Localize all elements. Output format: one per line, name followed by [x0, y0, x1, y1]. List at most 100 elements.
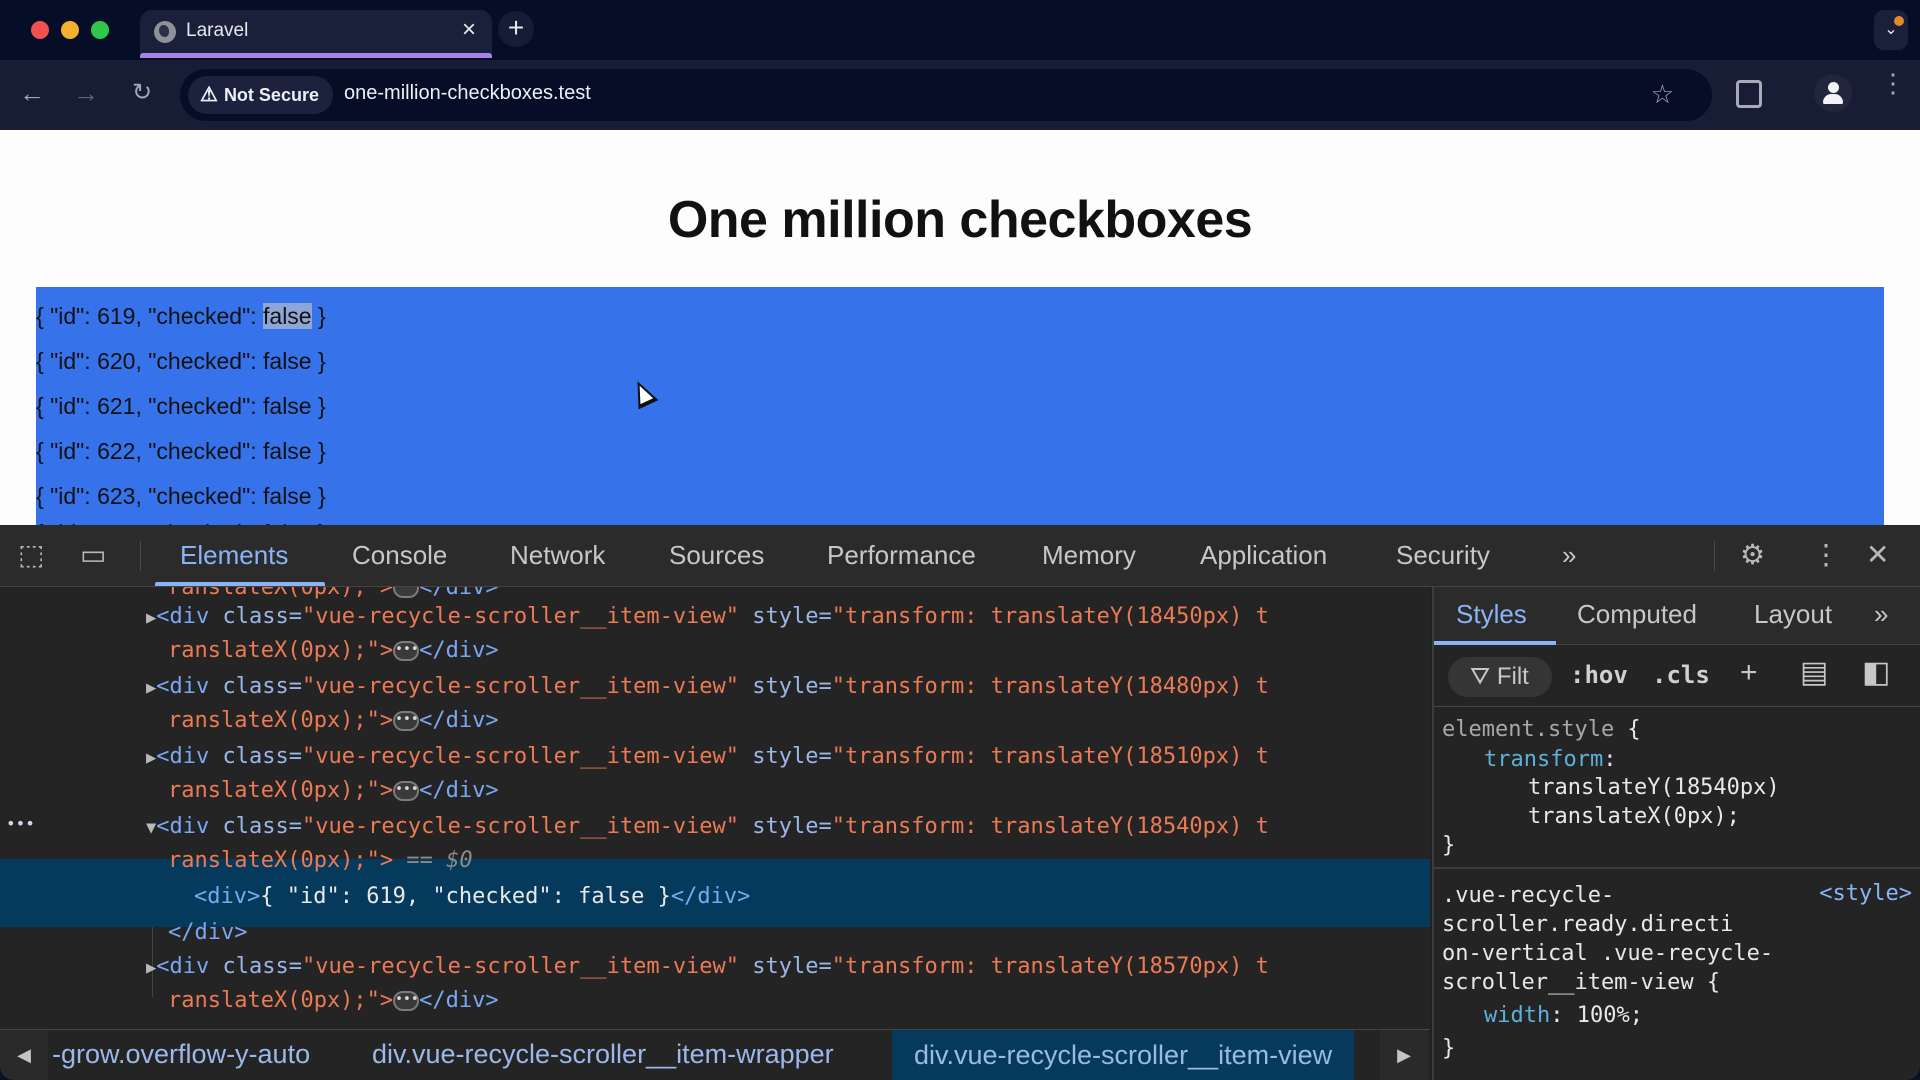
expand-triangle-icon[interactable]: ▶: [146, 958, 156, 978]
tab-computed[interactable]: Computed: [1577, 599, 1697, 630]
breadcrumb: ◀ -grow.overflow-y-auto div.vue-recycle-…: [0, 1029, 1430, 1080]
more-tabs-icon[interactable]: »: [1562, 540, 1576, 571]
new-style-rule-plus-icon[interactable]: +: [1740, 657, 1758, 689]
divider: [1714, 541, 1715, 571]
inspect-element-icon[interactable]: ⬚: [18, 540, 44, 570]
tab-styles[interactable]: Styles: [1456, 599, 1527, 630]
attr-value: "vue-recycle-scroller__item-view": [301, 954, 740, 979]
tree-node-wrap: ranslateX(0px);"> •••</div>: [168, 634, 499, 668]
tab-console[interactable]: Console: [352, 540, 447, 571]
expand-triangle-icon[interactable]: ▶: [146, 678, 156, 698]
tab-security[interactable]: Security: [1396, 540, 1490, 571]
tree-node-selected[interactable]: ▼<div class="vue-recycle-scroller__item-…: [146, 810, 1269, 845]
class-toggle[interactable]: .cls: [1652, 661, 1710, 689]
address-bar[interactable]: ⚠ Not Secure one-million-checkboxes.test …: [180, 69, 1712, 121]
profile-avatar-icon[interactable]: [1814, 74, 1852, 112]
highlighted-value: false: [263, 303, 312, 329]
close-tag: </div>: [419, 638, 499, 663]
close-devtools-icon[interactable]: ✕: [1866, 540, 1889, 570]
close-brace: }: [1442, 833, 1456, 858]
window-close-button[interactable]: [31, 21, 49, 39]
tab-elements[interactable]: Elements: [180, 540, 288, 571]
expand-ellipsis-icon[interactable]: •••: [393, 991, 420, 1011]
list-item[interactable]: { "id": 623, "checked": false }: [36, 483, 326, 510]
expand-triangle-icon[interactable]: ▶: [146, 748, 156, 768]
css-declaration[interactable]: transform:: [1484, 745, 1616, 774]
attr-value: ranslateX(0px);">: [168, 848, 394, 873]
device-toolbar-icon[interactable]: ▭: [80, 540, 106, 570]
css-value-line[interactable]: translateX(0px);: [1528, 802, 1740, 831]
attr-name: style=: [739, 744, 832, 769]
breadcrumb-item-active[interactable]: div.vue-recycle-scroller__item-view: [892, 1030, 1355, 1080]
attr-value: "vue-recycle-scroller__item-view": [301, 674, 740, 699]
toggle-sidebar-icon[interactable]: ◧: [1862, 657, 1890, 689]
styles-filter-input[interactable]: ⛛ Filt: [1448, 657, 1552, 697]
rule-source-link[interactable]: <style>: [1819, 881, 1912, 906]
hover-state-toggle[interactable]: :hov: [1570, 661, 1628, 689]
bookmark-star-icon[interactable]: ☆: [1651, 79, 1674, 110]
tab-sources[interactable]: Sources: [669, 540, 764, 571]
more-tabs-icon[interactable]: »: [1874, 599, 1888, 630]
page-viewport: One million checkboxes { "id": 619, "che…: [0, 130, 1920, 525]
collapse-triangle-icon[interactable]: ▼: [146, 818, 156, 838]
rule-selector: element.style: [1442, 717, 1615, 742]
close-tag: </div>: [419, 778, 499, 803]
css-declaration[interactable]: width: 100%;: [1484, 1001, 1643, 1030]
window-minimize-button[interactable]: [61, 21, 79, 39]
new-tab-button[interactable]: +: [498, 11, 534, 47]
element-style-rule[interactable]: element.style {: [1442, 715, 1641, 744]
close-tag: </div>: [670, 884, 751, 909]
expand-ellipsis-icon[interactable]: •••: [393, 641, 420, 661]
tree-node-wrap: ranslateX(0px);"> •••</div>: [168, 704, 499, 738]
expand-ellipsis-icon[interactable]: •••: [393, 781, 420, 801]
list-item[interactable]: { "id": 620, "checked": false }: [36, 348, 326, 375]
back-button[interactable]: ←: [16, 77, 48, 109]
css-value-line[interactable]: translateY(18540px): [1528, 773, 1780, 802]
rule-selector-line: .vue-recycle-: [1442, 883, 1615, 908]
tab-close-icon[interactable]: ×: [462, 16, 476, 44]
breadcrumb-item[interactable]: -grow.overflow-y-auto: [52, 1039, 310, 1070]
extensions-puzzle-icon[interactable]: [1736, 80, 1762, 108]
tree-node[interactable]: ▶<div class="vue-recycle-scroller__item-…: [146, 600, 1269, 635]
url-text[interactable]: one-million-checkboxes.test: [344, 82, 591, 105]
rule-divider: [1434, 867, 1920, 869]
tab-application[interactable]: Application: [1200, 540, 1327, 571]
expand-ellipsis-icon[interactable]: •••: [393, 711, 420, 731]
devtools-panel: ⬚ ▭ Elements Console Network Sources Per…: [0, 525, 1920, 1080]
expand-ellipsis-icon[interactable]: •••: [393, 587, 420, 598]
attr-value: "transform: translateY(18540px) t: [831, 814, 1269, 839]
elements-tree[interactable]: ranslateX(0px);">•••</div> ▶<div class="…: [0, 587, 1430, 1029]
tab-performance[interactable]: Performance: [827, 540, 976, 571]
browser-menu-icon[interactable]: ⋮: [1880, 70, 1906, 96]
expand-triangle-icon[interactable]: ▶: [146, 608, 156, 628]
list-item[interactable]: { "id": 621, "checked": false }: [36, 393, 326, 420]
notification-dot: [1894, 16, 1904, 26]
css-value: 100%;: [1576, 1003, 1643, 1028]
breadcrumb-scroll-left-icon[interactable]: ◀: [0, 1030, 48, 1080]
list-item[interactable]: { "id": 619, "checked": false }: [36, 303, 326, 330]
browser-tab[interactable]: Laravel ×: [140, 10, 492, 58]
reload-button[interactable]: ↻: [126, 77, 158, 109]
breadcrumb-item[interactable]: div.vue-recycle-scroller__item-wrapper: [372, 1039, 834, 1070]
tab-search-button[interactable]: ⌄: [1874, 10, 1908, 50]
tab-layout[interactable]: Layout: [1754, 599, 1832, 630]
more-options-icon[interactable]: ⋮: [1812, 540, 1840, 570]
security-indicator[interactable]: ⚠ Not Secure: [188, 76, 333, 114]
tree-node-child[interactable]: <div>{ "id": 619, "checked": false }</di…: [194, 880, 750, 914]
tree-node[interactable]: ▶<div class="vue-recycle-scroller__item-…: [146, 950, 1269, 985]
tag-name: <div: [156, 604, 210, 629]
tab-memory[interactable]: Memory: [1042, 540, 1136, 571]
colon: :: [1550, 1003, 1577, 1028]
settings-gear-icon[interactable]: ⚙: [1740, 540, 1765, 570]
node-actions-dots[interactable]: •••: [6, 807, 35, 841]
tree-node-close: </div>: [168, 916, 247, 950]
tab-network[interactable]: Network: [510, 540, 605, 571]
breadcrumb-scroll-right-icon[interactable]: ▶: [1380, 1030, 1428, 1080]
window-maximize-button[interactable]: [91, 21, 109, 39]
forward-button[interactable]: →: [70, 77, 102, 109]
paint-brush-icon[interactable]: ▤: [1800, 657, 1828, 689]
tree-node[interactable]: ▶<div class="vue-recycle-scroller__item-…: [146, 670, 1269, 705]
tree-node[interactable]: ▶<div class="vue-recycle-scroller__item-…: [146, 740, 1269, 775]
attr-name: class=: [209, 744, 302, 769]
list-item[interactable]: { "id": 622, "checked": false }: [36, 438, 326, 465]
